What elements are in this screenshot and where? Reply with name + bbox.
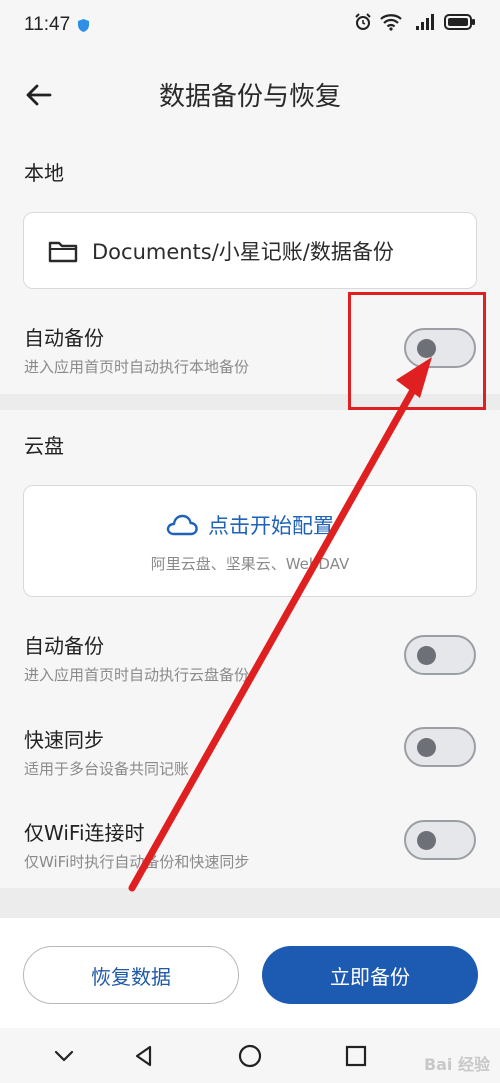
- path-text: Documents/小星记账/数据备份: [92, 239, 394, 264]
- status-time: 11:47: [24, 14, 71, 35]
- chevron-down-icon[interactable]: [50, 1042, 78, 1070]
- toggle-knob: [417, 339, 436, 358]
- section-title-cloud: 云盘: [24, 434, 64, 458]
- row-subtitle: 仅WiFi时执行自动备份和快速同步: [24, 853, 250, 871]
- battery-icon: [444, 14, 475, 30]
- section-divider: [0, 394, 500, 410]
- local-auto-backup-toggle[interactable]: [404, 328, 476, 368]
- cloud-auto-backup-row: 自动备份 进入应用首页时自动执行云盘备份: [0, 630, 500, 710]
- nav-recents-icon[interactable]: [342, 1042, 370, 1070]
- section-title-local: 本地: [24, 161, 64, 185]
- system-nav-bar: Bai 经验: [0, 1028, 500, 1083]
- shield-icon: [78, 18, 90, 32]
- cloud-configure-card[interactable]: 点击开始配置 阿里云盘、坚果云、WebDAV: [23, 485, 477, 597]
- toggle-knob: [417, 831, 436, 850]
- wifi-only-row: 仅WiFi连接时 仅WiFi时执行自动备份和快速同步: [0, 817, 500, 897]
- nav-home-icon[interactable]: [236, 1042, 264, 1070]
- toggle-knob: [417, 646, 436, 665]
- row-title: 仅WiFi连接时: [24, 821, 145, 845]
- backup-now-button[interactable]: 立即备份: [262, 946, 478, 1004]
- page-title: 数据备份与恢复: [158, 81, 341, 111]
- watermark: Bai 经验: [423, 1055, 490, 1074]
- row-subtitle: 适用于多台设备共同记账: [24, 760, 190, 778]
- cellular-signal-icon: [416, 14, 434, 30]
- cloud-providers: 阿里云盘、坚果云、WebDAV: [150, 555, 350, 573]
- status-bar: 11:47: [0, 0, 500, 50]
- quick-sync-row: 快速同步 适用于多台设备共同记账: [0, 724, 500, 804]
- local-auto-backup-row: 自动备份 进入应用首页时自动执行本地备份: [0, 322, 500, 402]
- bottom-divider: [0, 888, 500, 918]
- restore-data-button[interactable]: 恢复数据: [23, 946, 239, 1004]
- nav-back-icon[interactable]: [130, 1042, 158, 1070]
- toggle-knob: [417, 738, 436, 757]
- row-subtitle: 进入应用首页时自动执行本地备份: [24, 358, 250, 376]
- cloud-auto-backup-toggle[interactable]: [404, 635, 476, 675]
- wifi-icon: [380, 14, 402, 31]
- configure-label: 点击开始配置: [208, 514, 334, 538]
- folder-icon: [48, 241, 78, 262]
- row-subtitle: 进入应用首页时自动执行云盘备份: [24, 666, 250, 684]
- row-title: 自动备份: [24, 326, 104, 350]
- row-title: 自动备份: [24, 634, 104, 658]
- quick-sync-toggle[interactable]: [404, 727, 476, 767]
- cloud-configure-link[interactable]: 点击开始配置: [24, 510, 476, 540]
- cloud-icon: [166, 514, 198, 536]
- row-title: 快速同步: [24, 728, 104, 752]
- local-backup-path[interactable]: Documents/小星记账/数据备份: [23, 212, 477, 289]
- wifi-only-toggle[interactable]: [404, 820, 476, 860]
- alarm-icon: [355, 13, 371, 30]
- status-icons: [354, 13, 476, 31]
- action-bar: 恢复数据 立即备份: [0, 918, 500, 1028]
- app-header: 数据备份与恢复: [0, 60, 500, 130]
